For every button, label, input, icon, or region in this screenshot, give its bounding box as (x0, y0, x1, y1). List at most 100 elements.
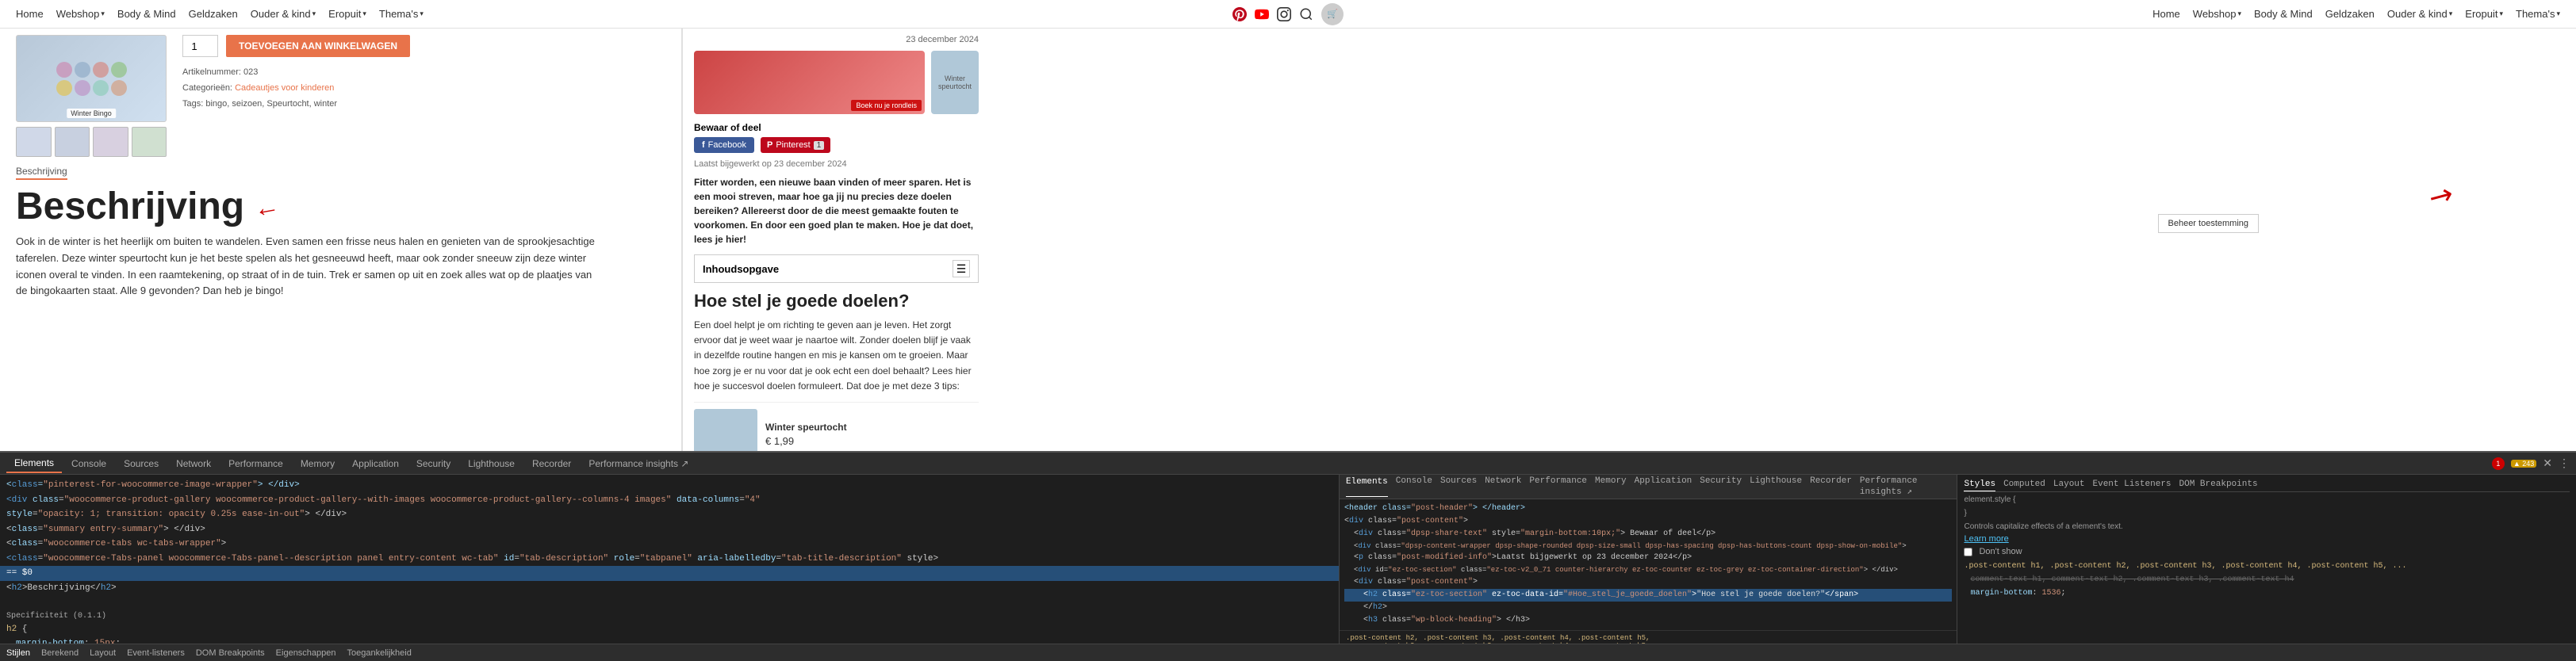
devtools-tab-perf-insights[interactable]: Performance insights ↗ (581, 455, 696, 472)
nav-item-themas-left[interactable]: Thema's ▾ (379, 8, 424, 20)
devtools-tab-sources[interactable]: Sources (116, 455, 167, 472)
nav-item-webshop-right[interactable]: Webshop ▾ (2193, 8, 2241, 20)
subtab-dom-breakpoints[interactable]: DOM Breakpoints (196, 648, 265, 658)
nav-item-bodymind-left[interactable]: Body & Mind (117, 8, 176, 20)
devtools-tab-recorder[interactable]: Recorder (524, 455, 579, 472)
middle-tab-memory[interactable]: Memory (1595, 476, 1627, 497)
middle-tab-sources[interactable]: Sources (1440, 476, 1477, 497)
description-tab-label[interactable]: Beschrijving (16, 166, 67, 180)
right-tab-layout[interactable]: Layout (2053, 478, 2085, 491)
code-line-4: <class="summary entry-summary"> </div> (0, 522, 1339, 537)
beschrijving-text: Ook in de winter is het heerlijk om buit… (16, 234, 595, 300)
dom-div-postmod: <p class="post-modified-info">Laatst bij… (1344, 552, 1953, 564)
middle-tab-lighthouse[interactable]: Lighthouse (1750, 476, 1802, 497)
nav-item-home-right[interactable]: Home (2152, 8, 2180, 20)
share-label: Bewaar of deel (694, 122, 979, 133)
code-line-6: <class="woocommerce-Tabs-panel woocommer… (0, 552, 1339, 567)
right-panel-tabs: Styles Computed Layout Event Listeners D… (1964, 478, 2570, 492)
nav-item-geldzaken-right[interactable]: Geldzaken (2325, 8, 2375, 20)
article-preview: Fitter worden, een nieuwe baan vinden of… (694, 175, 979, 246)
error-count-badge: 1 (2492, 457, 2505, 470)
middle-tab-network[interactable]: Network (1485, 476, 1521, 497)
nav-center-icons: 🛒 (1232, 3, 1344, 25)
capitalize-checkbox[interactable] (1964, 548, 1972, 556)
middle-tab-security[interactable]: Security (1700, 476, 1742, 497)
basket-button[interactable]: 🛒 (1321, 3, 1344, 25)
nav-right-items: Home Webshop ▾ Body & Mind Geldzaken Oud… (2152, 8, 2560, 20)
devtools-tab-elements[interactable]: Elements (6, 454, 62, 473)
category-label: Categorieën: (182, 83, 232, 93)
chevron-down-icon-6: ▾ (2449, 10, 2453, 18)
article-body: Een doel helpt je om richting te geven a… (694, 318, 979, 394)
youtube-icon[interactable] (1255, 7, 1269, 21)
middle-tab-perf[interactable]: Performance insights ↗ (1860, 476, 1951, 497)
left-content: Winter Bingo TOEVOEGEN AAN WINKELWAGEN A (0, 29, 682, 451)
product-details: TOEVOEGEN AAN WINKELWAGEN Artikelnummer:… (182, 35, 665, 157)
sidebar-bottom-product: Winter speurtocht € 1,99 (694, 402, 979, 451)
subtab-event-listeners[interactable]: Event-listeners (127, 648, 185, 658)
css-prop-post-h: .post-content h1, .post-content h2, .pos… (1964, 560, 2570, 573)
warning-count-badge: ▲ 243 (2511, 460, 2536, 468)
chevron-down-icon-4: ▾ (420, 10, 424, 18)
right-tab-computed[interactable]: Computed (2003, 478, 2045, 491)
search-icon[interactable] (1299, 7, 1313, 21)
devtools-dock-btn[interactable]: ⋮ (2559, 457, 2570, 470)
devtools-tab-network[interactable]: Network (168, 455, 219, 472)
thumb-4[interactable] (132, 127, 167, 157)
nav-item-geldzaken-left[interactable]: Geldzaken (189, 8, 238, 20)
subtab-layout[interactable]: Layout (90, 648, 116, 658)
subtab-toegankelijkheid[interactable]: Toegankelijkheid (347, 648, 412, 658)
nav-item-bodymind-right[interactable]: Body & Mind (2254, 8, 2313, 20)
dom-h3-wp: <h3 class="wp-block-heading"> </h3> (1344, 614, 1953, 627)
middle-tab-recorder[interactable]: Recorder (1810, 476, 1852, 497)
dom-div-share-text: <div class="dpsp-share-text" style="marg… (1344, 528, 1953, 541)
thumbnail-grid (16, 127, 167, 157)
right-tab-dom-breakpoints[interactable]: DOM Breakpoints (2179, 478, 2258, 491)
nav-item-ouder-right[interactable]: Ouder & kind ▾ (2387, 8, 2452, 20)
tags-line: Tags: bingo, seizoen, Speurtocht, winter (182, 97, 665, 113)
sidebar-main-image: Boek nu je rondleis (694, 51, 925, 114)
right-tab-event-listeners[interactable]: Event Listeners (2093, 478, 2172, 491)
middle-tab-performance[interactable]: Performance (1529, 476, 1587, 497)
category-link[interactable]: Cadeautjes voor kinderen (235, 83, 334, 93)
quantity-input[interactable] (182, 35, 218, 57)
middle-tab-console[interactable]: Console (1396, 476, 1432, 497)
devtools-close-btn[interactable]: ✕ (2543, 457, 2552, 470)
devtools-tab-security[interactable]: Security (408, 455, 458, 472)
devtools-tab-lighthouse[interactable]: Lighthouse (460, 455, 523, 472)
middle-tab-elements[interactable]: Elements (1346, 476, 1388, 497)
add-to-cart-button[interactable]: TOEVOEGEN AAN WINKELWAGEN (226, 35, 410, 57)
devtools-tab-console[interactable]: Console (63, 455, 114, 472)
devtools-tab-memory[interactable]: Memory (293, 455, 343, 472)
instagram-icon[interactable] (1277, 7, 1291, 21)
dom-h2-selected[interactable]: <h2 class="ez-toc-section" ez-toc-data-i… (1344, 589, 1953, 602)
subtab-stijlen[interactable]: Stijlen (6, 648, 30, 658)
facebook-share-button[interactable]: f Facebook (694, 137, 754, 153)
subtab-eigenschappen[interactable]: Eigenschappen (276, 648, 336, 658)
nav-item-home-left[interactable]: Home (16, 8, 44, 20)
devtools-tab-performance[interactable]: Performance (220, 455, 291, 472)
nav-item-webshop-left[interactable]: Webshop ▾ (56, 8, 105, 20)
devtools-middle-panel: Elements Console Sources Network Perform… (1340, 475, 1958, 644)
thumb-2[interactable] (55, 127, 90, 157)
middle-tab-application[interactable]: Application (1635, 476, 1692, 497)
code-line-7[interactable]: == $0 (0, 566, 1339, 581)
toc-box: Inhoudsopgave ☰ (694, 254, 979, 283)
main-content-area: Winter Bingo TOEVOEGEN AAN WINKELWAGEN A (0, 29, 2576, 451)
chevron-down-icon-8: ▾ (2556, 10, 2560, 18)
devtools-tab-application[interactable]: Application (344, 455, 407, 472)
thumb-1[interactable] (16, 127, 52, 157)
learn-more-link[interactable]: Learn more (1964, 534, 2570, 544)
thumb-3[interactable] (93, 127, 128, 157)
pinterest-share-button[interactable]: P Pinterest 1 (761, 137, 830, 153)
nav-item-eropuit-right[interactable]: Eropuit ▾ (2465, 8, 2503, 20)
subtab-berekend[interactable]: Berekend (41, 648, 79, 658)
nav-item-eropuit-left[interactable]: Eropuit ▾ (328, 8, 366, 20)
article-number: Artikelnummer: 023 (182, 65, 665, 81)
article-heading: Hoe stel je goede doelen? (694, 291, 979, 311)
nav-item-themas-right[interactable]: Thema's ▾ (2516, 8, 2560, 20)
toc-toggle-button[interactable]: ☰ (953, 260, 970, 277)
pinterest-icon[interactable] (1232, 7, 1247, 21)
nav-item-ouder-left[interactable]: Ouder & kind ▾ (251, 8, 316, 20)
right-tab-styles[interactable]: Styles (1964, 478, 1995, 491)
